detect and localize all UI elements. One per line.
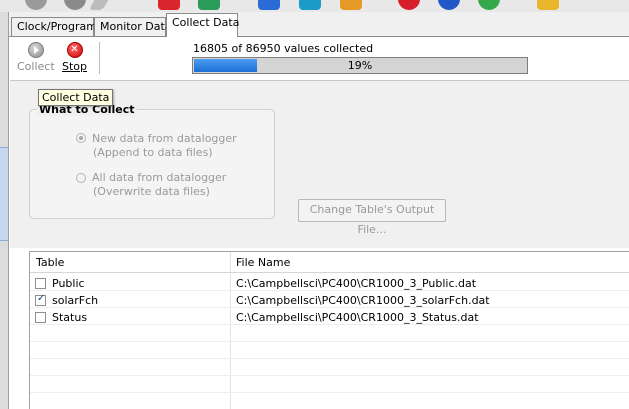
row-divider	[30, 392, 629, 393]
left-panel-selection	[0, 147, 8, 241]
remove-icon[interactable]	[64, 0, 86, 10]
table-row-name: solarFch	[52, 294, 99, 307]
lifebuoy-icon[interactable]	[398, 0, 420, 10]
stop-button[interactable]: ✕ Stop	[62, 42, 87, 73]
stop-icon: ✕	[66, 42, 83, 58]
monitor-icon[interactable]	[258, 0, 280, 10]
option-all-data-label[interactable]: All data from datalogger	[92, 171, 226, 184]
progress-bar: 19%	[192, 57, 528, 74]
row-divider	[30, 307, 629, 308]
change-output-file-button[interactable]: Change Table's Output File...	[298, 199, 446, 236]
leaf-icon[interactable]	[478, 0, 500, 10]
radio-all-data[interactable]	[76, 173, 86, 183]
edit-icon[interactable]	[88, 0, 116, 10]
toolbar-divider	[99, 42, 100, 74]
collect-button[interactable]: Collect	[17, 42, 55, 73]
view-icon[interactable]	[299, 0, 321, 10]
tooltip: Collect Data	[38, 89, 114, 106]
row-divider	[30, 341, 629, 342]
help-icon[interactable]	[537, 0, 559, 10]
row-divider	[30, 375, 629, 376]
table-row-file: C:\Campbellsci\PC400\CR1000_3_Status.dat	[236, 311, 479, 324]
table-row-name: Public	[52, 277, 85, 290]
tab-clock-program[interactable]: Clock/Program	[11, 17, 97, 36]
radio-new-data[interactable]	[76, 133, 86, 143]
row-divider	[30, 290, 629, 291]
split-icon[interactable]	[340, 0, 362, 10]
header-divider	[30, 272, 629, 273]
stop-label: Stop	[62, 60, 88, 73]
row-checkbox-status[interactable]	[35, 312, 46, 323]
column-header-table[interactable]: Table	[36, 256, 64, 269]
collect-label: Collect	[17, 60, 55, 73]
row-divider	[30, 358, 629, 359]
what-to-collect-group	[29, 109, 275, 219]
play-icon	[27, 42, 44, 58]
progress-status: 16805 of 86950 values collected	[193, 42, 374, 55]
tab-collect-data[interactable]: Collect Data	[166, 13, 239, 37]
option-new-data-label[interactable]: New data from datalogger	[92, 132, 237, 145]
collect-icon[interactable]	[198, 0, 220, 10]
left-panel-edge	[0, 12, 9, 409]
column-header-file-name[interactable]: File Name	[236, 256, 290, 269]
main-toolbar-strip	[0, 0, 629, 12]
option-new-data-sub: (Append to data files)	[93, 146, 213, 159]
column-divider	[230, 252, 231, 409]
table-row-file: C:\Campbellsci\PC400\CR1000_3_solarFch.d…	[236, 294, 490, 307]
row-checkbox-solarfch[interactable]	[35, 293, 46, 306]
progress-percent: 19%	[347, 59, 373, 72]
row-divider	[30, 324, 629, 325]
table-row-file: C:\Campbellsci\PC400\CR1000_3_Public.dat	[236, 277, 477, 290]
table-row-name: Status	[52, 311, 88, 324]
globe-icon[interactable]	[438, 0, 460, 10]
option-all-data-sub: (Overwrite data files)	[93, 185, 210, 198]
tab-monitor-data[interactable]: Monitor Data	[94, 17, 172, 36]
row-checkbox-public[interactable]	[35, 278, 46, 289]
program-icon[interactable]	[158, 0, 180, 10]
tables-list	[29, 251, 629, 409]
add-icon[interactable]	[25, 0, 47, 10]
